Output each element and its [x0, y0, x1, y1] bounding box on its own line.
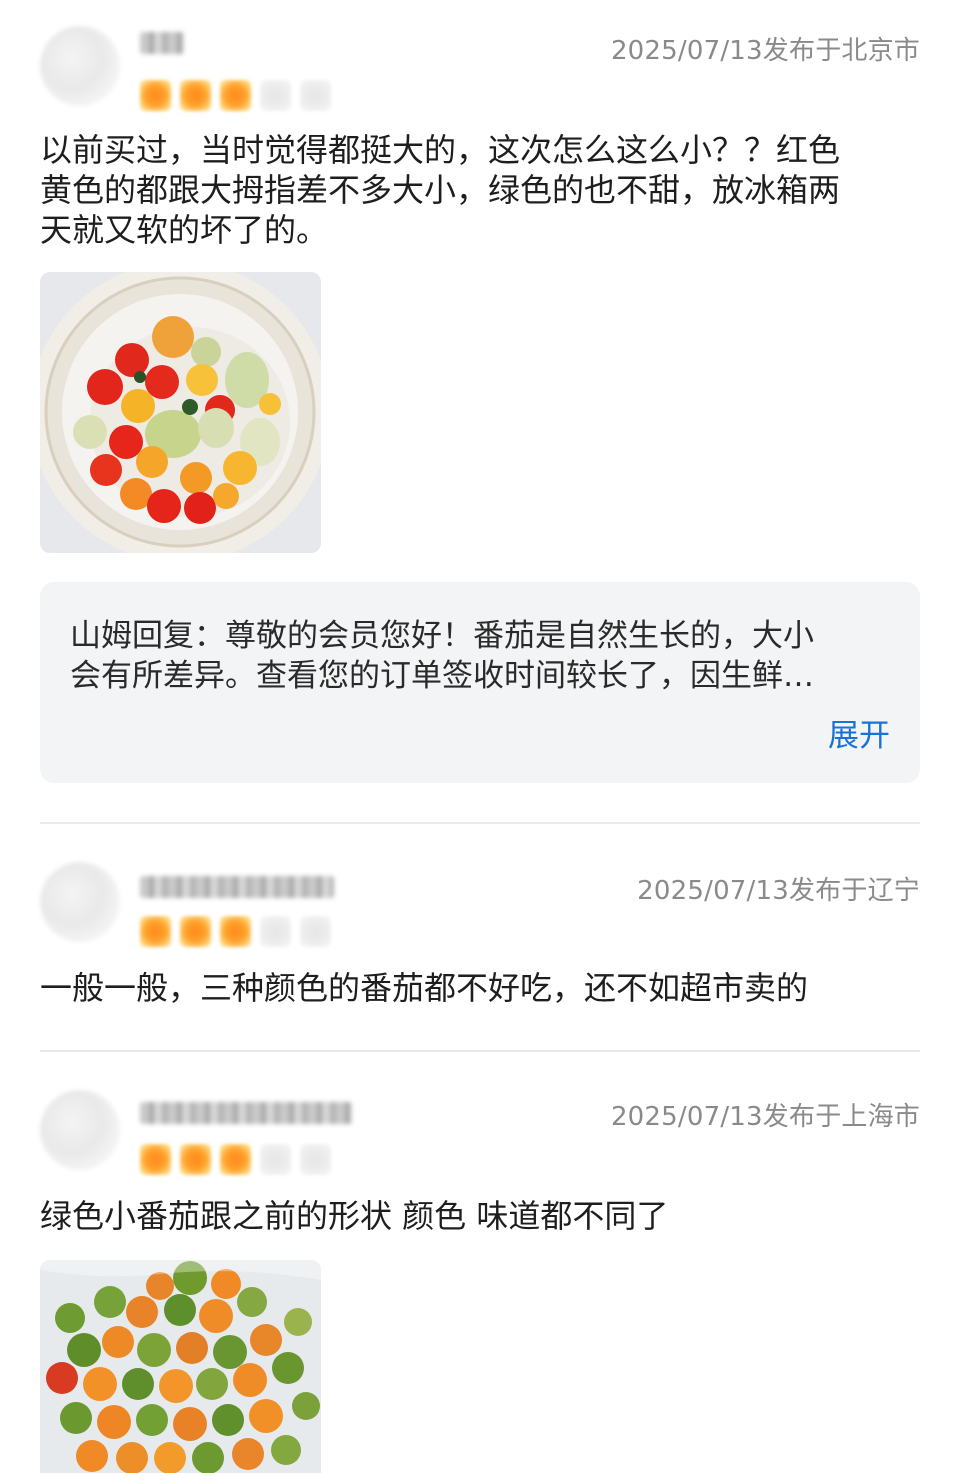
- star-filled-icon: [220, 915, 251, 947]
- username-blurred: [140, 32, 184, 54]
- divider: [40, 822, 920, 824]
- star-empty-icon: [300, 915, 331, 947]
- username-blurred: [140, 1102, 352, 1124]
- avatar[interactable]: [40, 862, 120, 942]
- review-photo[interactable]: [40, 272, 321, 553]
- review-meta: 2025/07/13发布于上海市: [610, 1102, 920, 1132]
- review-content: 绿色小番茄跟之前的形状 颜色 味道都不同了: [40, 1196, 920, 1236]
- star-filled-icon: [220, 79, 251, 111]
- star-filled-icon: [140, 1143, 171, 1175]
- star-filled-icon: [220, 1143, 251, 1175]
- review-item: 2025/07/13发布于北京市 以前买过，当时觉得都挺大的，这次怎么这么小？？…: [40, 26, 920, 786]
- star-empty-icon: [300, 79, 331, 111]
- username-blurred: [140, 876, 334, 898]
- reply-text: 山姆回复：尊敬的会员您好！番茄是自然生长的，大小 会有所差异。查看您的订单签收时…: [70, 616, 892, 696]
- tomato-box-image: [40, 1260, 321, 1473]
- review-photo[interactable]: [40, 1260, 321, 1473]
- tomato-bowl-image: [40, 272, 321, 553]
- merchant-reply: 山姆回复：尊敬的会员您好！番茄是自然生长的，大小 会有所差异。查看您的订单签收时…: [40, 582, 920, 783]
- star-filled-icon: [140, 915, 171, 947]
- expand-reply-button[interactable]: 展开: [828, 710, 890, 755]
- star-filled-icon: [180, 79, 211, 111]
- star-empty-icon: [260, 1143, 291, 1175]
- star-rating: [140, 78, 331, 112]
- review-content-line: 以前买过，当时觉得都挺大的，这次怎么这么小？？红色: [40, 131, 841, 169]
- star-empty-icon: [300, 1143, 331, 1175]
- star-rating: [140, 1142, 331, 1176]
- review-meta: 2025/07/13发布于北京市: [610, 36, 920, 66]
- star-filled-icon: [180, 1143, 211, 1175]
- star-filled-icon: [140, 79, 171, 111]
- review-item: 2025/07/13发布于上海市 绿色小番茄跟之前的形状 颜色 味道都不同了: [40, 1090, 920, 1473]
- review-item: 2025/07/13发布于辽宁 一般一般，三种颜色的番茄都不好吃，还不如超市卖的: [40, 862, 920, 1022]
- review-content: 一般一般，三种颜色的番茄都不好吃，还不如超市卖的: [40, 968, 920, 1008]
- star-empty-icon: [260, 79, 291, 111]
- avatar[interactable]: [40, 26, 120, 106]
- review-content-line: 绿色小番茄跟之前的形状 颜色 味道都不同了: [40, 1197, 669, 1235]
- avatar[interactable]: [40, 1090, 120, 1170]
- review-content-line: 天就又软的坏了的。: [40, 211, 329, 249]
- reply-line: 山姆回复：尊敬的会员您好！番茄是自然生长的，大小: [70, 618, 814, 654]
- reply-line: 会有所差异。查看您的订单签收时间较长了，因生鲜…: [70, 658, 814, 694]
- review-meta: 2025/07/13发布于辽宁: [637, 876, 920, 906]
- star-empty-icon: [260, 915, 291, 947]
- review-content-line: 一般一般，三种颜色的番茄都不好吃，还不如超市卖的: [40, 969, 809, 1007]
- review-content: 以前买过，当时觉得都挺大的，这次怎么这么小？？红色 黄色的都跟大拇指差不多大小，…: [40, 130, 920, 250]
- star-filled-icon: [180, 915, 211, 947]
- star-rating: [140, 914, 331, 948]
- review-content-line: 黄色的都跟大拇指差不多大小，绿色的也不甜，放冰箱两: [40, 171, 841, 209]
- divider: [40, 1050, 920, 1052]
